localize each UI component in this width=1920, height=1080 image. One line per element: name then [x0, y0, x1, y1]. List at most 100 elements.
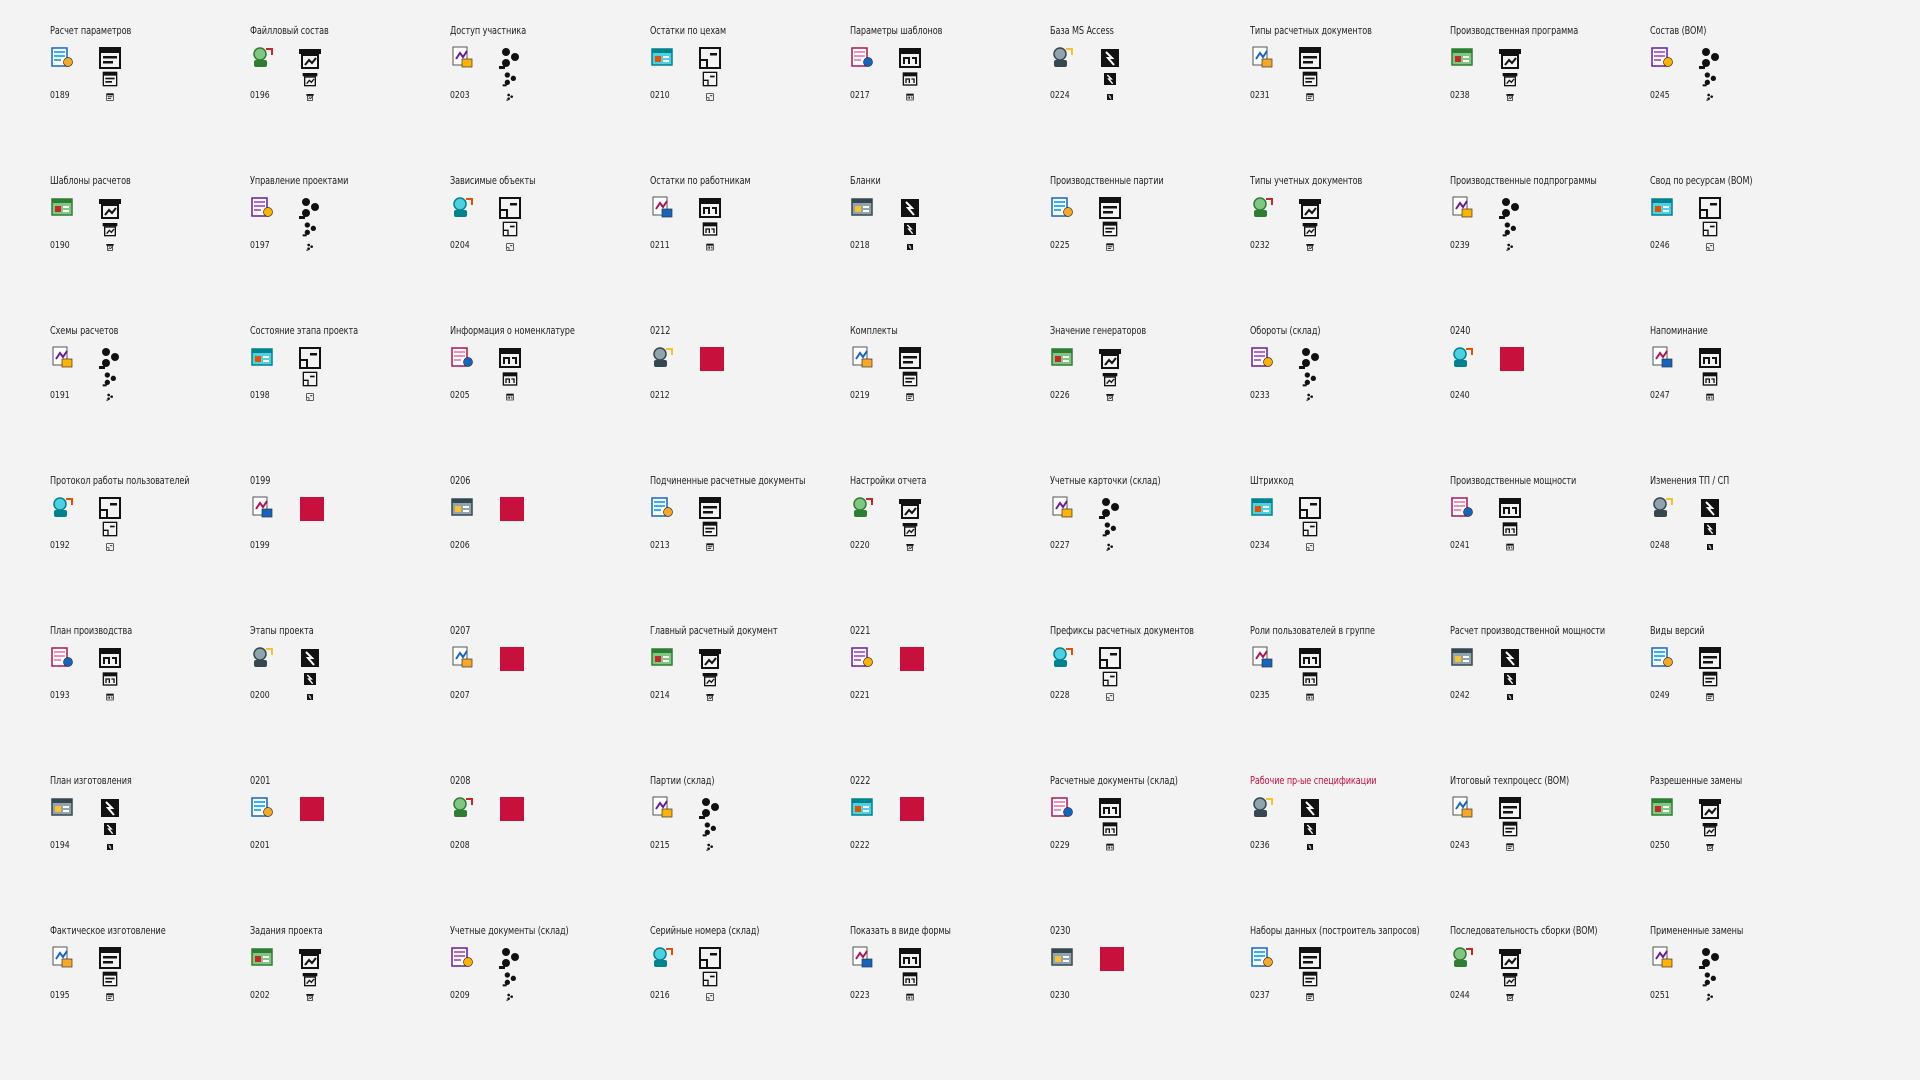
icon-entry-0243: Итоговый техпроцесс (BOM) 0243	[1450, 775, 1650, 925]
file-composition-mono-8-icon	[306, 93, 314, 101]
changes-mono-16-icon	[1702, 521, 1718, 537]
account-doc-types-mono-16-icon	[1302, 221, 1318, 237]
icon-code: 0190	[50, 240, 70, 251]
generator-values-icon	[1050, 345, 1074, 369]
manufacturing-plan-mono-16-icon	[102, 821, 118, 837]
account-doc-types-mono-8-icon	[1306, 243, 1314, 251]
icon-code: 0193	[50, 690, 70, 701]
ms-access-db-mono-8-icon	[1106, 93, 1114, 101]
barcode-mono-24-icon	[1298, 496, 1322, 520]
icon-code: 0215	[650, 840, 670, 851]
doc-prefixes-mono-8-icon	[1106, 693, 1114, 701]
turnover-icon	[1250, 345, 1274, 369]
icon-title: Производственные партии	[1050, 175, 1164, 187]
generic-0201-icon	[250, 795, 274, 819]
allowed-replacements-mono-24-icon	[1698, 796, 1722, 820]
applied-replacements-mono-16-icon	[1702, 971, 1718, 987]
kits-mono-16-icon	[902, 371, 918, 387]
user-roles-mono-24-icon	[1298, 646, 1322, 670]
icon-code: 0198	[250, 390, 270, 401]
dependent-objects-mono-8-icon	[506, 243, 514, 251]
calc-params-mono-8-icon	[106, 93, 114, 101]
doc-prefixes-icon	[1050, 645, 1074, 669]
assembly-sequence-icon	[1450, 945, 1474, 969]
icon-entry-0202: Задания проекта 0202	[250, 925, 450, 1075]
applied-replacements-mono-24-icon	[1698, 946, 1722, 970]
icon-entry-0236: Рабочие пр-ые спецификации 0236	[1250, 775, 1450, 925]
assembly-sequence-mono-24-icon	[1498, 946, 1522, 970]
work-specs-mono-24-icon	[1298, 796, 1322, 820]
reminder-bell-mono-24-icon	[1698, 346, 1722, 370]
icon-entry-0235: Роли пользователей в группе 0235	[1250, 625, 1450, 775]
production-batches-icon	[1050, 195, 1074, 219]
user-roles-mono-16-icon	[1302, 671, 1318, 687]
icon-code: 0203	[450, 90, 470, 101]
icon-code: 0242	[1450, 690, 1470, 701]
icon-title: Примененные замены	[1650, 925, 1744, 937]
main-calc-doc-mono-8-icon	[706, 693, 714, 701]
reminder-bell-icon	[1650, 345, 1674, 369]
missing-icon-placeholder	[300, 797, 324, 821]
icon-entry-0213: Подчиненные расчетные документы 0213	[650, 475, 850, 625]
manufacturing-plan-icon	[50, 795, 74, 819]
icon-entry-0239: Производственные подпрограммы 0239	[1450, 175, 1650, 325]
blanks-mono-16-icon	[902, 221, 918, 237]
icon-entry-0209: Учетные документы (склад) 0209	[450, 925, 650, 1075]
project-stage-state-icon	[250, 345, 274, 369]
icon-code: 0249	[1650, 690, 1670, 701]
icon-entry-0232: Типы учетных документов 0232	[1250, 175, 1450, 325]
icon-entry-0211: Остатки по работникам 0211	[650, 175, 850, 325]
icon-entry-0227: Учетные карточки (склад) 0227	[1050, 475, 1250, 625]
work-specs-mono-16-icon	[1302, 821, 1318, 837]
generic-0230-icon	[1050, 945, 1074, 969]
icon-entry-0247: Напоминание 0247	[1650, 325, 1850, 475]
icon-title: Типы учетных документов	[1250, 175, 1363, 187]
user-log-mono-8-icon	[106, 543, 114, 551]
assembly-sequence-mono-16-icon	[1502, 971, 1518, 987]
icon-entry-0222: 0222 0222	[850, 775, 1050, 925]
production-plan-icon	[50, 645, 74, 669]
icon-title: Главный расчетный документ	[650, 625, 778, 637]
report-settings-mono-24-icon	[898, 496, 922, 520]
icon-code: 0240	[1450, 390, 1470, 401]
turnover-mono-8-icon	[1306, 393, 1314, 401]
icon-code: 0246	[1650, 240, 1670, 251]
production-capacity-mono-16-icon	[1502, 521, 1518, 537]
member-access-icon	[450, 45, 474, 69]
icon-title: Комплекты	[850, 325, 898, 337]
icon-code: 0204	[450, 240, 470, 251]
actual-manufacturing-mono-16-icon	[102, 971, 118, 987]
project-stages-mono-8-icon	[306, 693, 314, 701]
project-management-mono-8-icon	[306, 243, 314, 251]
icon-title: Последовательность сборки (BOM)	[1450, 925, 1598, 937]
actual-manufacturing-mono-24-icon	[98, 946, 122, 970]
icon-code: 0212	[650, 390, 670, 401]
file-composition-mono-16-icon	[302, 71, 318, 87]
warehouse-cards-mono-24-icon	[1098, 496, 1122, 520]
icon-title: Информация о номенклатуре	[450, 325, 575, 337]
calc-doc-types-mono-8-icon	[1306, 93, 1314, 101]
project-tasks-icon	[250, 945, 274, 969]
icon-title: Роли пользователей в группе	[1250, 625, 1375, 637]
icon-entry-0241: Производственные мощности 0241	[1450, 475, 1650, 625]
icon-title: 0212	[650, 325, 671, 337]
icon-entry-0204: Зависимые объекты 0204	[450, 175, 650, 325]
icon-entry-0210: Остатки по цехам 0210	[650, 25, 850, 175]
member-access-mono-16-icon	[502, 71, 518, 87]
calc-doc-types-mono-16-icon	[1302, 71, 1318, 87]
icon-entry-0191: Схемы расчетов 0191	[50, 325, 250, 475]
calc-templates-icon	[50, 195, 74, 219]
final-process-mono-16-icon	[1502, 821, 1518, 837]
icon-code: 0236	[1250, 840, 1270, 851]
icon-title: Наборы данных (построитель запросов)	[1250, 925, 1420, 937]
icon-code: 0238	[1450, 90, 1470, 101]
calc-templates-mono-24-icon	[98, 196, 122, 220]
icon-code: 0210	[650, 90, 670, 101]
bom-composition-mono-24-icon	[1698, 46, 1722, 70]
icon-title: Бланки	[850, 175, 881, 187]
calc-params-icon	[50, 45, 74, 69]
icon-code: 0237	[1250, 990, 1270, 1001]
show-as-form-mono-8-icon	[906, 993, 914, 1001]
project-tasks-mono-8-icon	[306, 993, 314, 1001]
icon-entry-0233: Обороты (склад) 0233	[1250, 325, 1450, 475]
